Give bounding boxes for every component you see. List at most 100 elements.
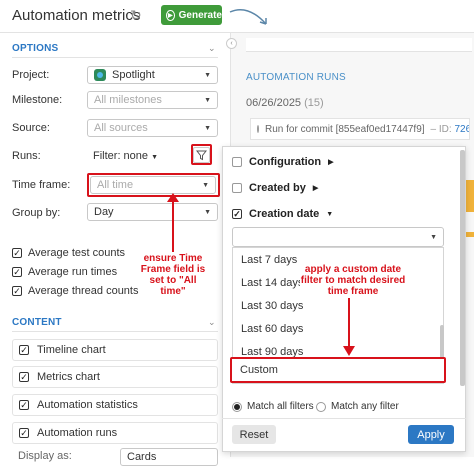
filter-highlight-box (191, 144, 212, 165)
checkbox-checked-icon[interactable]: ✓ (19, 428, 29, 438)
custom-annotation: apply a custom date filter to match desi… (300, 264, 406, 297)
run-id-label: – ID: 726 (430, 123, 470, 135)
automation-run-row[interactable]: Run for commit [855eaf0ed17447f9] – ID: … (250, 118, 470, 140)
avg-thread-counts-checkbox[interactable]: ✓ Average thread counts (12, 285, 138, 297)
content-divider (12, 331, 218, 332)
project-label: Project: (12, 69, 50, 81)
caret-down-icon: ▼ (204, 125, 211, 132)
milestone-label: Milestone: (12, 94, 63, 106)
refresh-icon[interactable]: ↻ (130, 7, 142, 24)
configuration-filter[interactable]: Configuration ▶ (232, 156, 334, 168)
page-title: Automation metrics (12, 7, 141, 24)
run-title: Run for commit [855eaf0ed17447f9] (265, 123, 425, 135)
avg-thread-counts-label: Average thread counts (28, 285, 139, 297)
creation-date-label: Creation date (249, 208, 320, 220)
timeline-chart-item[interactable]: ✓ Timeline chart (12, 339, 218, 361)
match-all-radio[interactable]: Match all filters (232, 401, 314, 412)
groupby-value: Day (94, 206, 114, 218)
caret-right-icon: ▶ (328, 159, 334, 166)
checkbox-checked-icon: ✓ (12, 266, 22, 277)
apply-button[interactable]: Apply (408, 425, 454, 444)
date-option-last-60-days[interactable]: Last 60 days (233, 317, 443, 340)
created-by-label: Created by (249, 182, 306, 194)
chevron-down-icon[interactable]: ⌄ (208, 43, 216, 54)
caret-down-icon: ▼ (204, 97, 211, 104)
automation-statistics-label: Automation statistics (37, 399, 138, 411)
source-label: Source: (12, 122, 50, 134)
display-as-label: Display as: (18, 450, 72, 462)
display-as-value: Cards (127, 451, 157, 463)
timeframe-highlight-box (87, 173, 220, 197)
timeframe-label: Time frame: (12, 179, 71, 191)
checkbox-checked-icon: ✓ (12, 247, 22, 258)
caret-down-icon: ▼ (430, 234, 437, 241)
avg-run-times-checkbox[interactable]: ✓ Average run times (12, 266, 117, 278)
run-id[interactable]: 726 (454, 124, 469, 135)
chevron-down-icon[interactable]: ⌄ (208, 317, 216, 328)
project-icon (94, 69, 106, 81)
metrics-chart-label: Metrics chart (37, 371, 100, 383)
automation-runs-label: Automation runs (37, 427, 118, 439)
options-heading: OPTIONS (12, 43, 59, 54)
radio-unselected-icon[interactable] (316, 401, 326, 412)
custom-highlight-box (230, 357, 446, 383)
match-any-radio[interactable]: Match any filter (316, 401, 399, 412)
options-divider (12, 57, 218, 58)
run-status-icon (257, 125, 259, 133)
runs-label: Runs: (12, 150, 41, 162)
match-all-label: Match all filters (247, 401, 314, 412)
avg-test-counts-label: Average test counts (28, 247, 126, 259)
creation-date-filter[interactable]: ✓ Creation date ▼ (232, 208, 333, 220)
run-count: (15) (304, 97, 324, 109)
timeline-chart-label: Timeline chart (37, 344, 106, 356)
run-date: 06/26/2025 (246, 97, 302, 109)
checkbox-checked-icon[interactable]: ✓ (19, 345, 29, 355)
timeframe-annotation: ensure Time Frame field is set to "All t… (140, 253, 206, 297)
automation-runs-item[interactable]: ✓ Automation runs (12, 422, 218, 444)
project-select[interactable]: Spotlight ▼ (87, 66, 218, 84)
source-placeholder: All sources (94, 122, 148, 134)
checkbox-checked-icon: ✓ (12, 285, 22, 296)
checkbox-checked-icon[interactable]: ✓ (19, 372, 29, 382)
avg-run-times-label: Average run times (28, 266, 118, 278)
reset-button[interactable]: Reset (232, 425, 276, 444)
content-heading: CONTENT (12, 317, 62, 328)
match-any-label: Match any filter (331, 401, 399, 412)
popup-footer-divider (222, 418, 466, 419)
checkbox-unchecked-icon[interactable] (232, 183, 242, 193)
source-select[interactable]: All sources ▼ (87, 119, 218, 137)
popup-scrollbar[interactable] (460, 150, 465, 386)
creation-date-select[interactable]: ▼ (232, 227, 444, 247)
avg-test-counts-checkbox[interactable]: ✓ Average test counts (12, 247, 125, 259)
play-icon: ▶ (166, 9, 175, 21)
automation-runs-heading: AUTOMATION RUNS (246, 72, 346, 83)
caret-down-icon: ▼ (326, 210, 334, 218)
checkbox-checked-icon[interactable]: ✓ (19, 400, 29, 410)
created-by-filter[interactable]: Created by ▶ (232, 182, 318, 194)
radio-selected-icon[interactable] (232, 401, 242, 412)
metrics-chart-item[interactable]: ✓ Metrics chart (12, 366, 218, 388)
run-date-group: 06/26/2025 (15) (246, 97, 324, 109)
annotation-arrow-up (167, 193, 179, 252)
milestone-select[interactable]: All milestones ▼ (87, 91, 218, 109)
groupby-label: Group by: (12, 207, 61, 219)
preview-top-bar (246, 38, 472, 52)
display-as-select[interactable]: Cards (120, 448, 218, 466)
checkbox-checked-icon[interactable]: ✓ (232, 209, 242, 219)
configuration-label: Configuration (249, 156, 322, 168)
caret-down-icon: ▼ (204, 209, 211, 216)
caret-down-icon: ▼ (204, 72, 211, 79)
generate-label: Generate (178, 9, 222, 21)
caret-down-icon: ▼ (151, 154, 159, 161)
generate-button[interactable]: ▶ Generate (161, 5, 222, 25)
curved-arrow-icon (229, 9, 267, 25)
runs-filter-dropdown[interactable]: Filter: none ▼ (93, 150, 158, 162)
runs-filter-value: Filter: none (93, 150, 149, 162)
checkbox-unchecked-icon[interactable] (232, 157, 242, 167)
automation-statistics-item[interactable]: ✓ Automation statistics (12, 394, 218, 416)
groupby-select[interactable]: Day ▼ (87, 203, 218, 221)
milestone-placeholder: All milestones (94, 94, 162, 106)
collapse-panel-icon[interactable]: ‹ (226, 38, 237, 49)
caret-right-icon: ▶ (312, 185, 319, 192)
project-value: Spotlight (112, 69, 155, 81)
